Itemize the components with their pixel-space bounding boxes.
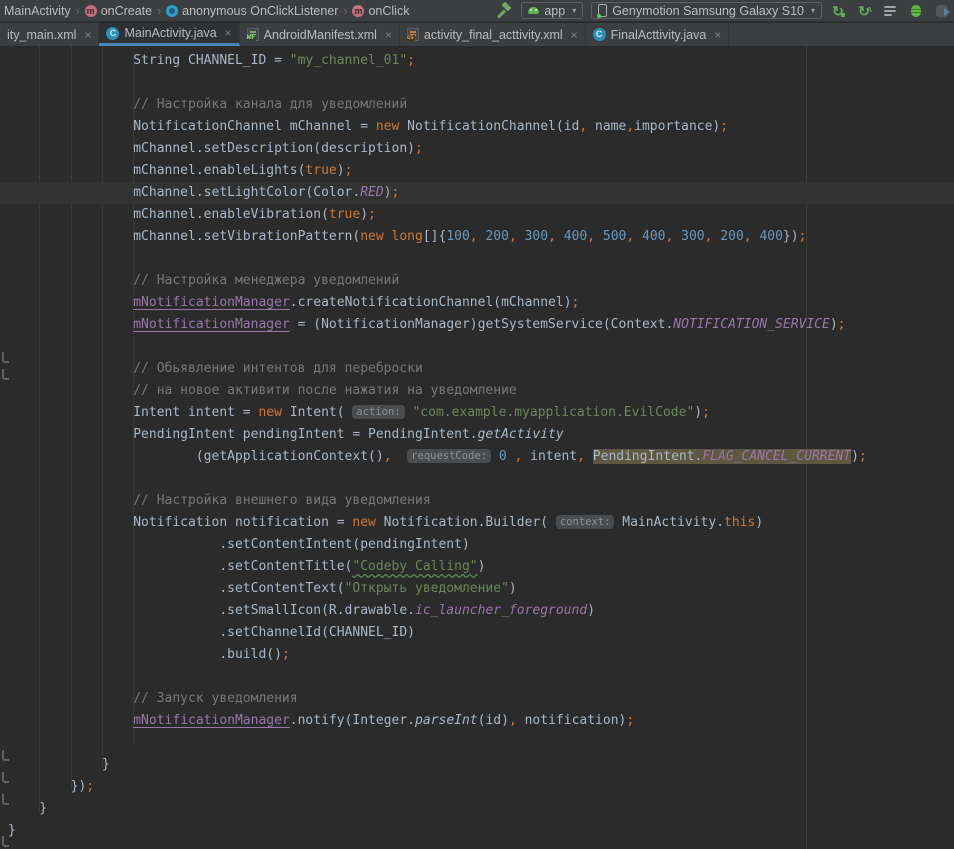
code-line[interactable] [0, 666, 954, 688]
breadcrumb-separator-icon: › [157, 4, 161, 18]
code-line[interactable]: .setContentIntent(pendingIntent) [0, 534, 954, 556]
tab-label: AndroidManifest.xml [264, 28, 377, 42]
tab-label: FinalActtivity.java [611, 28, 707, 42]
apply-code-changes-button[interactable]: ↻A [856, 3, 872, 19]
code-line[interactable]: // Настройка менеджера уведомлений [0, 270, 954, 292]
tab-androidmanifest-xml[interactable]: MF AndroidManifest.xml × [240, 23, 400, 46]
manifest-file-icon: MF [247, 28, 259, 41]
device-label: Genymotion Samsung Galaxy S10 [612, 4, 804, 18]
code-line[interactable]: mChannel.enableLights(true); [0, 160, 954, 182]
close-icon[interactable]: × [571, 28, 578, 42]
breadcrumb-separator-icon: › [76, 4, 80, 18]
close-icon[interactable]: × [225, 26, 232, 40]
code-line[interactable]: mNotificationManager.notify(Integer.pars… [0, 710, 954, 732]
code-line[interactable]: NotificationChannel mChannel = new Notif… [0, 116, 954, 138]
apply-changes-restart-button[interactable]: ↻ [830, 3, 846, 19]
code-line[interactable]: String CHANNEL_ID = "my_channel_01"; [0, 50, 954, 72]
attach-profiler-button[interactable] [934, 3, 950, 19]
breadcrumb-label: onClick [368, 4, 409, 18]
code-line[interactable]: mNotificationManager = (NotificationMana… [0, 314, 954, 336]
list-button[interactable] [882, 3, 898, 19]
breadcrumb-separator-icon: › [343, 4, 347, 18]
code-line[interactable]: // на новое активити после нажатия на ув… [0, 380, 954, 402]
chevron-down-icon: ▾ [572, 6, 576, 15]
breadcrumb-class[interactable]: MainActivity [2, 4, 73, 18]
code-line[interactable]: (getApplicationContext(), requestCode: 0… [0, 446, 954, 468]
code-line[interactable]: mChannel.setDescription(description); [0, 138, 954, 160]
chevron-down-icon: ▾ [811, 6, 815, 15]
code-line[interactable]: // Настройка канала для уведомлений [0, 94, 954, 116]
debug-button[interactable] [908, 3, 924, 19]
code-line[interactable] [0, 732, 954, 754]
breadcrumb-anonymous-class[interactable]: anonymous OnClickListener [164, 4, 340, 18]
code-line[interactable]: mNotificationManager.createNotificationC… [0, 292, 954, 314]
code-line[interactable] [0, 336, 954, 358]
tab-finalacttivity-java[interactable]: C FinalActtivity.java × [586, 23, 730, 46]
editor-tab-bar: ity_main.xml × C MainActivity.java × MF … [0, 23, 954, 46]
main-toolbar: MainActivity › m onCreate › anonymous On… [0, 0, 954, 22]
breadcrumb-oncreate[interactable]: m onCreate [83, 4, 154, 18]
code-line[interactable]: } [0, 754, 954, 776]
code-line[interactable]: Notification notification = new Notifica… [0, 512, 954, 534]
anonymous-class-icon [166, 5, 178, 17]
breadcrumb: MainActivity › m onCreate › anonymous On… [0, 4, 411, 18]
java-class-icon: C [593, 28, 606, 41]
code-line[interactable]: PendingIntent pendingIntent = PendingInt… [0, 424, 954, 446]
code-line[interactable]: .setSmallIcon(R.drawable.ic_launcher_for… [0, 600, 954, 622]
code-line[interactable]: .setContentText("Открыть уведомление") [0, 578, 954, 600]
code-line[interactable]: }); [0, 776, 954, 798]
run-configuration-label: app [544, 4, 565, 18]
device-selector-dropdown[interactable]: Genymotion Samsung Galaxy S10 ▾ [591, 2, 822, 19]
code-editor[interactable]: String CHANNEL_ID = "my_channel_01"; // … [0, 46, 954, 849]
run-configuration-dropdown[interactable]: app ▾ [521, 2, 583, 19]
code-line[interactable]: .setChannelId(CHANNEL_ID) [0, 622, 954, 644]
toolbar-action-icons: ↻ ↻A [830, 3, 954, 19]
code-line[interactable]: .setContentTitle("Codeby Calling") [0, 556, 954, 578]
tab-label: MainActivity.java [124, 26, 216, 40]
tab-mainactivity-java[interactable]: C MainActivity.java × [99, 23, 239, 46]
code-line[interactable]: // Запуск уведомления [0, 688, 954, 710]
apply-code-changes-icon: ↻A [858, 4, 870, 18]
attach-profiler-icon [936, 5, 948, 17]
code-line[interactable]: mChannel.enableVibration(true); [0, 204, 954, 226]
code-line[interactable] [0, 72, 954, 94]
android-icon [528, 7, 539, 14]
code-line[interactable] [0, 248, 954, 270]
code-line[interactable]: } [0, 798, 954, 820]
tab-activity-main-xml[interactable]: ity_main.xml × [0, 23, 99, 46]
tab-label: activity_final_acttivity.xml [424, 28, 563, 42]
breadcrumb-label: onCreate [101, 4, 152, 18]
code-area[interactable]: String CHANNEL_ID = "my_channel_01"; // … [0, 46, 954, 842]
code-line[interactable]: // Обьявление интентов для переброски [0, 358, 954, 380]
code-line[interactable] [0, 468, 954, 490]
method-icon: m [352, 5, 364, 17]
close-icon[interactable]: × [714, 28, 721, 42]
apply-changes-square [841, 13, 845, 17]
breadcrumb-label: MainActivity [4, 4, 71, 18]
phone-device-icon [598, 4, 607, 17]
breadcrumb-label: anonymous OnClickListener [182, 4, 338, 18]
code-line[interactable]: mChannel.setLightColor(Color.RED); [0, 182, 954, 204]
close-icon[interactable]: × [84, 28, 91, 42]
xml-file-icon: cs [407, 28, 419, 41]
tab-label: ity_main.xml [7, 28, 76, 42]
code-line[interactable]: // Настройка внешнего вида уведомления [0, 490, 954, 512]
java-class-icon: C [106, 27, 119, 40]
close-icon[interactable]: × [385, 28, 392, 42]
code-line[interactable]: Intent intent = new Intent( action: "com… [0, 402, 954, 424]
build-hammer-icon[interactable] [497, 3, 513, 19]
code-line[interactable]: mChannel.setVibrationPattern(new long[]{… [0, 226, 954, 248]
breadcrumb-onclick[interactable]: m onClick [350, 4, 411, 18]
debug-bug-icon [911, 5, 921, 17]
code-line[interactable]: } [0, 820, 954, 842]
tab-activity-final-acttivity-xml[interactable]: cs activity_final_acttivity.xml × [400, 23, 586, 46]
list-icon [884, 6, 896, 16]
method-icon: m [85, 5, 97, 17]
code-line[interactable]: .build(); [0, 644, 954, 666]
